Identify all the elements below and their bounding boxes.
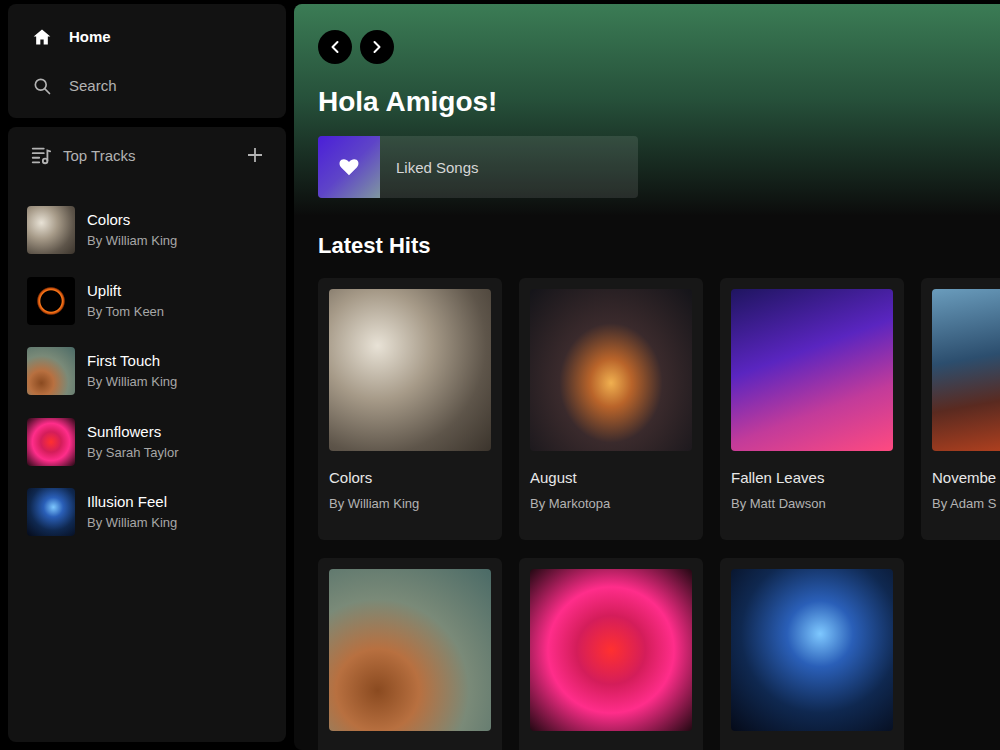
library-header: Top Tracks (27, 139, 267, 171)
forward-button[interactable] (360, 30, 394, 64)
album-card[interactable] (318, 558, 502, 750)
album-card[interactable]: August By Markotopa (519, 278, 703, 540)
track-item[interactable]: Colors By William King (27, 195, 267, 266)
track-cover (27, 277, 75, 325)
greeting: Hola Amigos! (318, 85, 976, 119)
track-artist: By Sarah Taylor (87, 444, 179, 462)
track-item[interactable]: Uplift By Tom Keen (27, 266, 267, 337)
section-title: Latest Hits (318, 232, 976, 260)
album-cover (731, 569, 893, 731)
album-card[interactable]: Colors By William King (318, 278, 502, 540)
track-artist: By William King (87, 514, 177, 532)
header: Hola Amigos! Liked Songs (294, 4, 1000, 216)
album-cover (932, 289, 1000, 451)
track-cover (27, 206, 75, 254)
track-title: Uplift (87, 281, 164, 300)
album-cover (731, 289, 893, 451)
card-artist: By Adam S (932, 495, 1000, 513)
track-cover (27, 347, 75, 395)
liked-label[interactable]: Liked Songs (396, 159, 479, 176)
track-text: Illusion Feel By William King (87, 492, 177, 532)
home-icon (32, 27, 52, 47)
main-panel: Hola Amigos! Liked Songs Latest Hits Colors… (294, 4, 1000, 750)
playlist-icon (30, 144, 52, 166)
album-card[interactable] (519, 558, 703, 750)
card-artist: By Markotopa (530, 495, 692, 513)
album-card[interactable] (720, 558, 904, 750)
chevron-right-icon (369, 39, 385, 55)
track-artist: By Tom Keen (87, 303, 164, 321)
track-artist: By William King (87, 232, 177, 250)
card-artist: By William King (329, 495, 491, 513)
album-cover (530, 289, 692, 451)
track-text: Colors By William King (87, 210, 177, 250)
chevron-left-icon (327, 39, 343, 55)
history-nav (318, 30, 976, 64)
liked-songs[interactable]: Liked Songs (318, 136, 638, 198)
album-cover (329, 569, 491, 731)
nav-item[interactable]: Home (32, 12, 262, 61)
card-title: Novembe (932, 468, 1000, 488)
card-title: August (530, 468, 692, 488)
sidebar: Home Search Top Tracks Colors By William Kin… (8, 4, 286, 742)
nav-item[interactable]: Search (32, 61, 262, 110)
track-item[interactable]: Illusion Feel By William King (27, 477, 267, 548)
card-title: Colors (329, 468, 491, 488)
library: Top Tracks Colors By William King Uplift By … (8, 127, 286, 742)
main-nav: Home Search (8, 4, 286, 118)
library-title: Top Tracks (63, 147, 235, 164)
track-title: Colors (87, 210, 177, 229)
search-icon (32, 76, 52, 96)
album-cover (530, 569, 692, 731)
album-cover (329, 289, 491, 451)
back-button[interactable] (318, 30, 352, 64)
card-grid: Colors By William King August By Markotopa F… (318, 278, 976, 750)
track-title: Sunflowers (87, 422, 179, 441)
track-text: Uplift By Tom Keen (87, 281, 164, 321)
card-artist: By Matt Dawson (731, 495, 893, 513)
heart-icon (338, 156, 360, 178)
track-list: Colors By William King Uplift By Tom Keen Fi… (27, 195, 267, 548)
plus-icon (246, 146, 264, 164)
card-title: Fallen Leaves (731, 468, 893, 488)
track-cover (27, 488, 75, 536)
track-text: Sunflowers By Sarah Taylor (87, 422, 179, 462)
liked-cover (318, 136, 380, 198)
track-item[interactable]: First Touch By William King (27, 336, 267, 407)
album-card[interactable]: Novembe By Adam S (921, 278, 1000, 540)
nav-label[interactable]: Home (69, 28, 111, 45)
track-cover (27, 418, 75, 466)
add-button[interactable] (246, 146, 264, 164)
album-card[interactable]: Fallen Leaves By Matt Dawson (720, 278, 904, 540)
latest-hits: Latest Hits Colors By William King August By… (294, 216, 1000, 750)
nav-label[interactable]: Search (69, 77, 117, 94)
track-item[interactable]: Sunflowers By Sarah Taylor (27, 407, 267, 478)
track-artist: By William King (87, 373, 177, 391)
track-title: Illusion Feel (87, 492, 177, 511)
track-text: First Touch By William King (87, 351, 177, 391)
track-title: First Touch (87, 351, 177, 370)
